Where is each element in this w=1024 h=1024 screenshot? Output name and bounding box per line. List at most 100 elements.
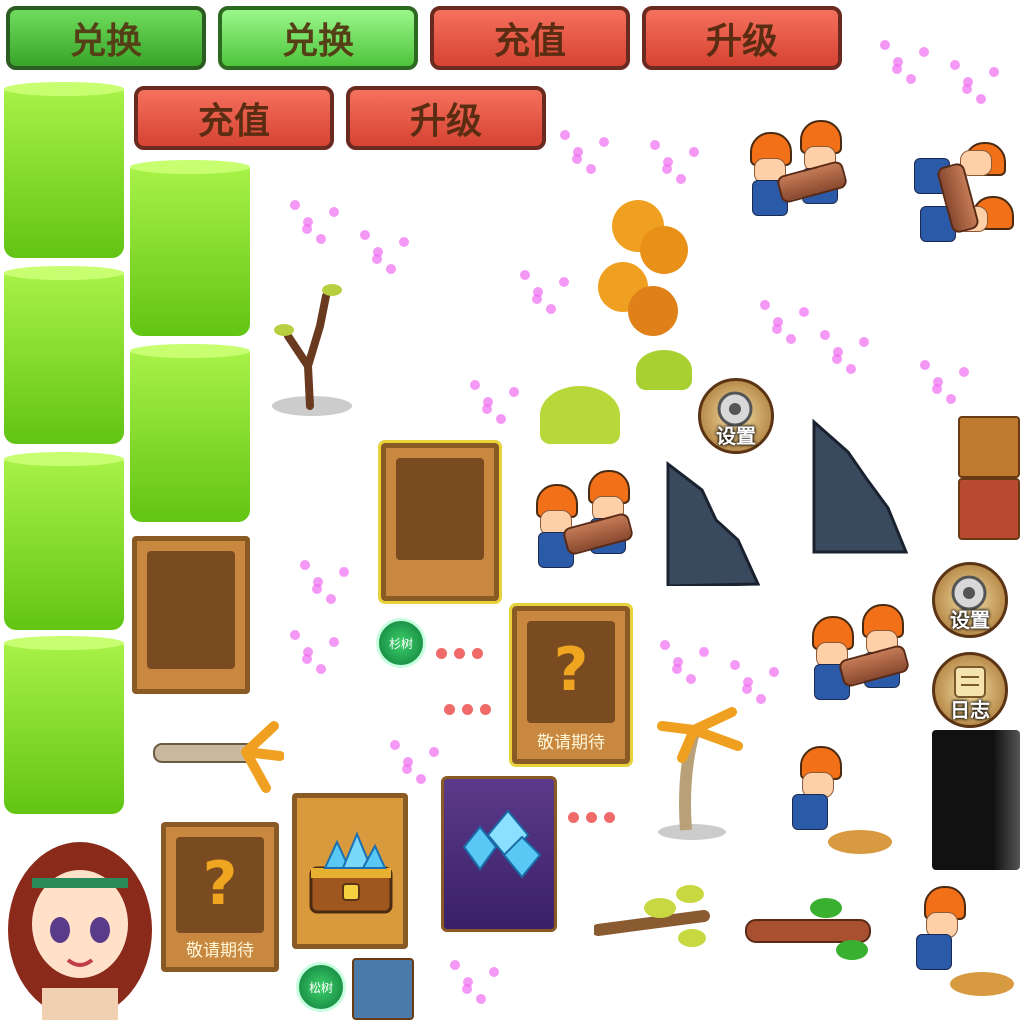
grass-tile xyxy=(130,344,250,522)
sparkle-particle xyxy=(339,567,349,577)
sparkle-particle xyxy=(482,404,492,414)
sparkle-particle xyxy=(572,154,582,164)
sparkle-particle xyxy=(650,140,660,150)
settings-button[interactable]: 设置 xyxy=(932,562,1008,638)
sparkle-particle xyxy=(496,414,506,424)
sparkle-particle xyxy=(560,130,570,140)
diamond-icon xyxy=(462,809,542,879)
sparkle-particle xyxy=(989,67,999,77)
exchange-button-highlighted[interactable]: 兑换 xyxy=(218,6,418,70)
coming-soon-card[interactable]: ? 敬请期待 xyxy=(509,603,633,767)
sparkle-particle xyxy=(820,330,830,340)
sparkle-particle xyxy=(599,137,609,147)
grass-tile xyxy=(4,452,124,630)
log-label: 日志 xyxy=(950,698,990,722)
grass-tile xyxy=(130,160,250,336)
sparkle-particle xyxy=(932,384,942,394)
sparkle-particle xyxy=(676,174,686,184)
factory-icon[interactable] xyxy=(352,958,414,1020)
sparkle-particle xyxy=(946,394,956,404)
green-bush xyxy=(540,386,620,444)
sparkle-particle xyxy=(962,84,972,94)
dark-panel xyxy=(932,730,1020,870)
coming-soon-card[interactable]: ? 敬请期待 xyxy=(161,822,279,972)
girl-portrait-avatar xyxy=(8,842,152,1020)
worker-pair-carrying-log xyxy=(806,600,922,718)
sparkle-particle xyxy=(880,40,890,50)
log-button[interactable]: 日志 xyxy=(932,652,1008,728)
worker-digging xyxy=(894,884,1022,1002)
treasure-chest-icon xyxy=(309,831,393,914)
sparkle-particle xyxy=(302,224,312,234)
sparkle-particle xyxy=(906,74,916,84)
sparkle-particle xyxy=(846,364,856,374)
sparkle-particle xyxy=(416,774,426,784)
empty-card-frame xyxy=(132,536,250,694)
grass-tile xyxy=(4,266,124,444)
sparkle-particle xyxy=(462,984,472,994)
coming-soon-label: 敬请期待 xyxy=(537,733,605,753)
question-mark-icon: ? xyxy=(553,635,589,705)
coming-soon-label: 敬请期待 xyxy=(186,941,254,961)
sparkle-particle xyxy=(532,294,542,304)
worker-pair-carrying-log xyxy=(896,130,1016,250)
sapling-icon xyxy=(272,284,352,416)
sparkle-particle xyxy=(316,664,326,674)
sparkle-particle xyxy=(360,230,370,240)
progress-dots xyxy=(444,700,498,719)
sparkle-particle xyxy=(786,334,796,344)
green-bush xyxy=(636,350,692,390)
building-icon[interactable] xyxy=(958,478,1020,540)
settings-button[interactable]: 设置 xyxy=(698,378,774,454)
worker-digging xyxy=(772,744,900,860)
sparkle-particle xyxy=(660,640,670,650)
sparkle-particle xyxy=(470,380,480,390)
sparkle-particle xyxy=(476,994,486,1004)
sparkle-particle xyxy=(450,960,460,970)
sparkle-particle xyxy=(799,307,809,317)
building-icon[interactable] xyxy=(958,416,1020,478)
sparkle-particle xyxy=(316,234,326,244)
sparkle-particle xyxy=(290,200,300,210)
sparkle-particle xyxy=(429,747,439,757)
settings-label: 设置 xyxy=(950,608,990,632)
sparkle-particle xyxy=(399,237,409,247)
recharge-button-small[interactable]: 充值 xyxy=(134,86,334,150)
sparkle-particle xyxy=(760,300,770,310)
upgrade-button[interactable]: 升级 xyxy=(642,6,842,70)
sparkle-particle xyxy=(689,147,699,157)
progress-dots xyxy=(436,644,490,663)
sparkle-particle xyxy=(520,270,530,280)
sparkle-particle xyxy=(756,694,766,704)
worker-pair-carrying-log xyxy=(530,466,650,584)
upgrade-button-small[interactable]: 升级 xyxy=(346,86,546,150)
sparkle-particle xyxy=(300,560,310,570)
grass-tile xyxy=(4,636,124,814)
sparkle-particle xyxy=(742,684,752,694)
recharge-button[interactable]: 充值 xyxy=(430,6,630,70)
sparkle-particle xyxy=(959,367,969,377)
palm-tree xyxy=(657,707,743,840)
sparkle-particle xyxy=(390,740,400,750)
sparkle-particle xyxy=(546,304,556,314)
sparkle-particle xyxy=(386,264,396,274)
sparkle-particle xyxy=(672,664,682,674)
sparkle-particle xyxy=(662,164,672,174)
sparkle-particle xyxy=(832,354,842,364)
fallen-tree xyxy=(153,721,284,793)
fir-tree-label: 杉树 xyxy=(388,636,413,651)
fir-tree-badge: 杉树 xyxy=(376,618,426,668)
diamond-card[interactable] xyxy=(441,776,557,932)
sparkle-particle xyxy=(326,594,336,604)
fallen-log-with-leaves xyxy=(745,898,871,960)
sparkle-particle xyxy=(950,60,960,70)
diamond-chest-card[interactable] xyxy=(292,793,408,949)
progress-dots xyxy=(568,808,622,827)
orange-bush xyxy=(640,226,688,274)
sparkle-particle xyxy=(489,967,499,977)
exchange-button[interactable]: 兑换 xyxy=(6,6,206,70)
sparkle-particle xyxy=(312,584,322,594)
pine-tree-label: 松树 xyxy=(308,980,333,995)
orange-bush xyxy=(628,286,678,336)
sparkle-particle xyxy=(772,324,782,334)
